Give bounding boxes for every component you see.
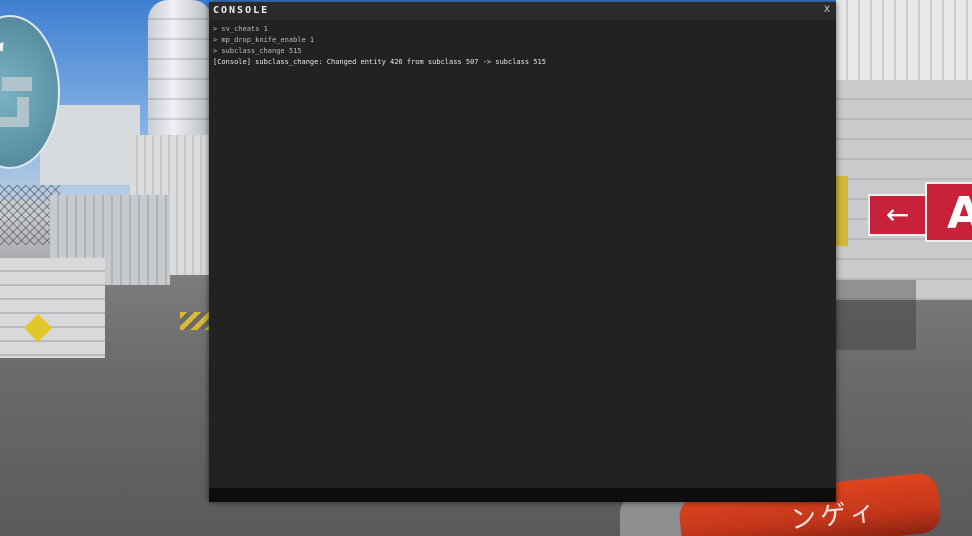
- console-input[interactable]: [209, 488, 836, 502]
- container-front: [0, 258, 105, 358]
- log-line: > subclass_change 515: [213, 47, 302, 55]
- log-line: [Console] subclass_change: Changed entit…: [213, 58, 546, 66]
- console-window[interactable]: CONSOLE X > sv_cheats 1 > mp_drop_knife_…: [209, 2, 836, 502]
- close-button[interactable]: X: [824, 5, 830, 15]
- arrow-sign-icon: ←: [868, 194, 927, 236]
- wall-shadow: [836, 280, 916, 350]
- wall-right-top: [836, 0, 972, 80]
- site-a-sign: A: [925, 182, 972, 242]
- console-title-bar[interactable]: CONSOLE X: [209, 2, 836, 20]
- radar-room: [17, 97, 29, 127]
- console-log[interactable]: > sv_cheats 1 > mp_drop_knife_enable 1 >…: [213, 24, 828, 486]
- radar-room: [0, 117, 18, 127]
- log-line: > sv_cheats 1: [213, 25, 268, 33]
- log-line: > mp_drop_knife_enable 1: [213, 36, 315, 44]
- console-title: CONSOLE: [213, 5, 270, 16]
- silo-rings: [148, 0, 212, 140]
- floor-marking: [180, 312, 212, 330]
- player-arrow-icon: [0, 38, 8, 53]
- yellow-post: [836, 176, 848, 246]
- radar-room: [2, 77, 32, 91]
